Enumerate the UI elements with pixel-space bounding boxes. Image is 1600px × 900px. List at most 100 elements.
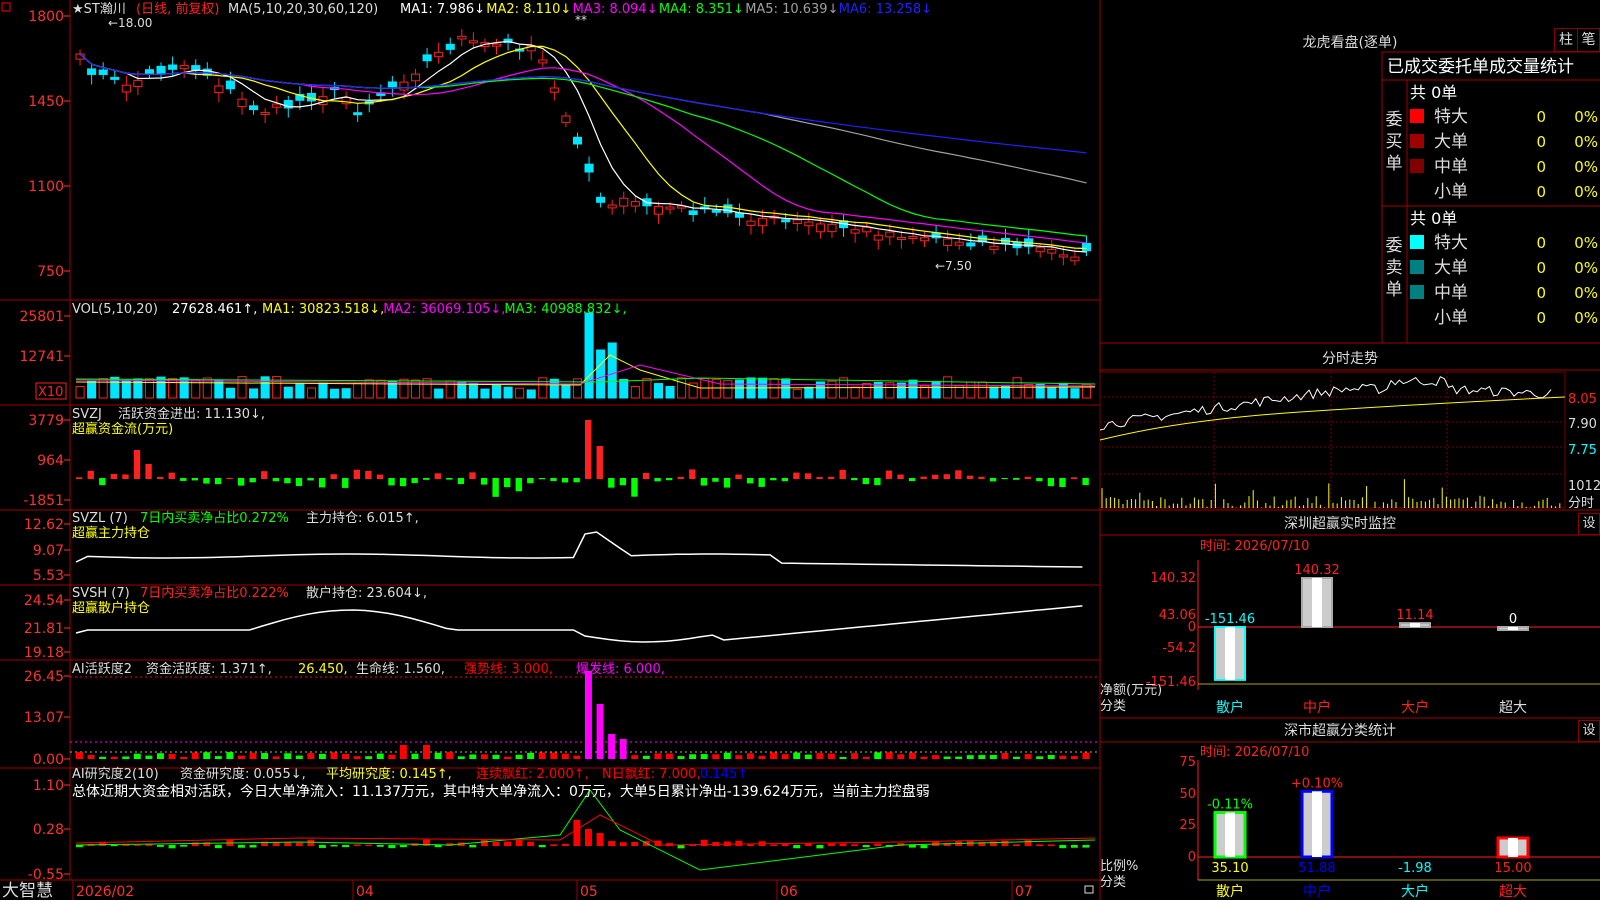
y-tick-label: 964 (37, 453, 64, 469)
candle (1035, 247, 1045, 253)
vol-bar (341, 388, 351, 399)
fenshi-title: 分时走势 (1322, 351, 1378, 367)
candle (110, 76, 120, 80)
vol-bar (966, 381, 976, 399)
sell-row-count: 0 (1536, 309, 1546, 327)
ai1-bar (203, 752, 211, 759)
y-tick-label: 21.81 (24, 621, 64, 637)
candle (758, 217, 768, 227)
vol-bar (295, 382, 305, 399)
ai1-bar (191, 752, 199, 759)
classify-value-label: 15.00 (1494, 861, 1531, 876)
vol-bar (515, 387, 525, 399)
classify-title: 深市超赢分类统计 (1284, 722, 1396, 739)
tick-mode-button[interactable]: 笔 (1577, 28, 1600, 52)
vol-bar (1047, 387, 1057, 399)
ai2-bar (816, 845, 824, 849)
ai2-bar (527, 841, 535, 846)
vol-bar (827, 380, 837, 399)
svzj-bar (87, 470, 94, 479)
ai1-bar (342, 753, 350, 759)
vol-bar (977, 381, 987, 399)
ai1-bar (1001, 752, 1009, 759)
ai2-bar (133, 844, 141, 846)
vol-bar (87, 380, 97, 399)
svzj-bar (1001, 478, 1008, 480)
ai1-bar (295, 755, 303, 759)
svzj-bar (966, 475, 974, 479)
monitor-xlabel: 分类 (1100, 699, 1126, 714)
candle (827, 223, 837, 233)
sell-side-label: 单 (1386, 280, 1403, 300)
ai1-bar (978, 755, 986, 759)
ai2-bar (237, 845, 245, 848)
y-tick-label: 12.62 (24, 517, 64, 533)
candle (260, 111, 270, 115)
y-tick-label: 13.07 (24, 710, 64, 726)
ai1-bar (399, 745, 407, 759)
y-tick-label: 25801 (19, 309, 64, 325)
vol-bar (723, 379, 733, 399)
svzj-bar (596, 446, 603, 479)
ai1-value2: 26.450, (298, 662, 348, 677)
candle (1070, 256, 1080, 262)
y-tick-label: 12741 (19, 349, 64, 365)
chart-canvas[interactable]: 2026/02 04 05 06 07大智慧180014501100750★ST瀚川 (日… (0, 0, 1600, 900)
vol-unit: X10 (38, 385, 63, 400)
app-logo: 大智慧 (2, 881, 53, 900)
candle (954, 241, 964, 246)
vol-bar (168, 377, 178, 399)
candle (538, 59, 548, 64)
bar-mode-button[interactable]: 柱 (1554, 28, 1578, 52)
classify-xlabel: 分类 (1100, 875, 1126, 890)
vol-bar (596, 349, 606, 399)
ai2-bar (619, 842, 627, 846)
monitor-bar-highlight (1312, 578, 1322, 627)
buy-row-pct: 0% (1574, 133, 1598, 151)
ai2-bar (862, 845, 870, 848)
candle (966, 242, 976, 247)
vol-bar (584, 312, 594, 399)
monitor-value-label: 11.14 (1396, 608, 1433, 623)
svzj-bar (955, 470, 962, 479)
buy-total: 共 0单 (1410, 83, 1457, 102)
ai2-bar (550, 844, 558, 846)
candle (468, 40, 478, 44)
candle (908, 235, 918, 239)
vol-bar (144, 378, 155, 399)
ai1-label: AI活跃度2 (72, 661, 132, 677)
svzj-bar (1024, 476, 1031, 479)
ai2-v5: 0.145↑ (700, 767, 748, 782)
svzj-bar (145, 464, 152, 479)
ai2-bar (608, 841, 616, 846)
ai1-bar (920, 756, 928, 759)
ai1-bar (76, 752, 83, 759)
ai2-bar (365, 844, 373, 846)
candle (133, 79, 143, 88)
svzj-bar (862, 478, 869, 485)
candle (214, 85, 224, 94)
vol-bar (306, 387, 316, 399)
classify-settings-button[interactable]: 设 (1578, 720, 1600, 742)
buy-row-pct: 0% (1574, 158, 1598, 176)
candle (445, 43, 455, 50)
ma-value: MA5: 10.639↓ (745, 2, 838, 17)
svzj-bar (700, 478, 708, 486)
ai1-bar (561, 753, 569, 759)
svzj-bar (851, 478, 858, 481)
ai1-bar (376, 753, 384, 759)
vol-bar (538, 377, 548, 399)
ai1-bar (480, 754, 488, 759)
svzj-bar (295, 478, 303, 487)
vol-bar (283, 386, 293, 399)
vol-bar (249, 388, 259, 399)
monitor-settings-button[interactable]: 设 (1578, 513, 1600, 535)
svzj-bar (712, 478, 719, 482)
ai1-bar (665, 753, 673, 759)
candle (549, 87, 559, 93)
svzj-bar (399, 478, 407, 487)
svzj-bar (365, 470, 372, 479)
svsh-label: SVSH (7) (72, 586, 130, 601)
candle (457, 35, 467, 40)
svzj-bar (677, 476, 684, 479)
